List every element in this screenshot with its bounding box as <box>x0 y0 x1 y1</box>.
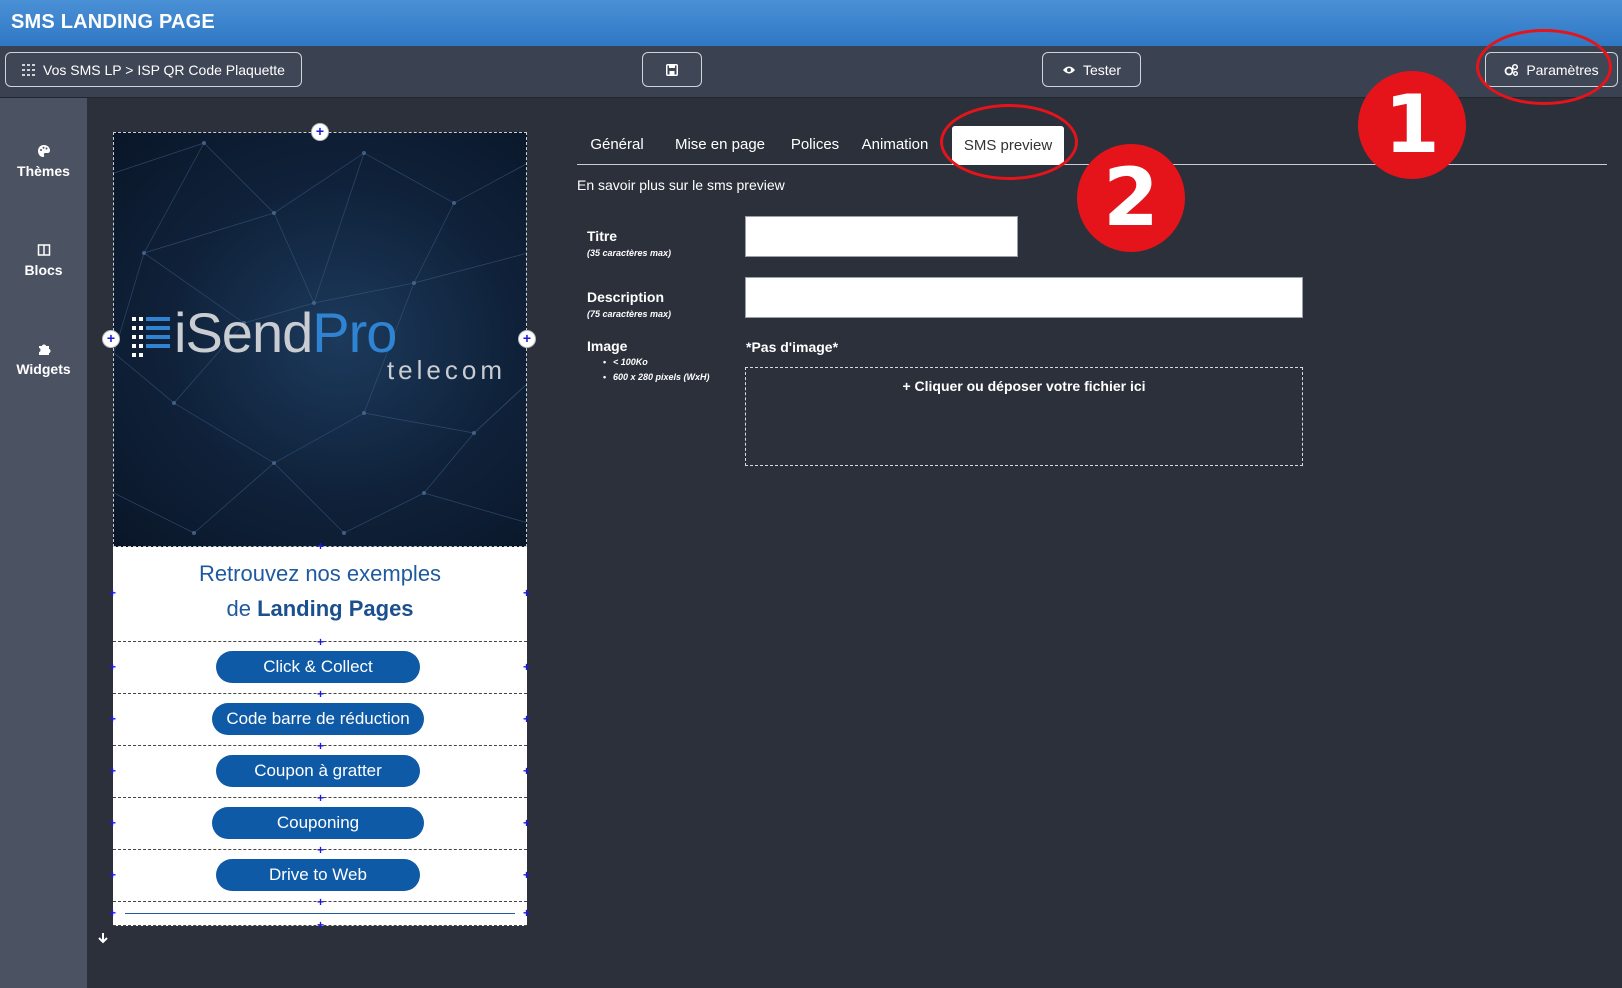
separator-line <box>125 913 515 914</box>
sidebar-item-label: Widgets <box>16 361 71 377</box>
left-sidebar: Thèmes Blocs Widgets <box>0 98 87 988</box>
landing-page-preview: iSendPro telecom Retrouvez nos exemples … <box>102 123 536 933</box>
tab-animation[interactable]: Animation <box>850 124 940 165</box>
add-block-plus-icon[interactable]: + <box>520 817 533 831</box>
sidebar-item-widgets[interactable]: Widgets <box>0 342 87 377</box>
add-block-plus-icon[interactable]: + <box>106 587 119 601</box>
add-block-plus-icon[interactable]: + <box>106 817 119 831</box>
headline-line1: Retrouvez nos exemples <box>198 561 442 586</box>
image-dimensions-hint: 600 x 280 pixels (WxH) <box>613 370 710 385</box>
add-block-plus-icon[interactable]: + <box>314 540 327 554</box>
dropzone-text: + Cliquer ou déposer votre fichier ici <box>902 378 1146 394</box>
description-label: Description <box>587 289 665 305</box>
tab-fonts[interactable]: Polices <box>783 124 847 165</box>
add-block-plus-icon[interactable]: + <box>314 792 327 806</box>
click-collect-button[interactable]: Click & Collect <box>216 651 420 683</box>
test-label: Tester <box>1082 61 1122 78</box>
logo-wordmark: iSendPro <box>174 301 397 364</box>
tab-layout[interactable]: Mise en page <box>661 124 779 165</box>
add-block-plus-icon[interactable]: + <box>314 688 327 702</box>
add-block-plus-icon[interactable]: + <box>520 907 533 921</box>
add-block-plus-icon[interactable]: + <box>520 661 533 675</box>
logo-brand-b: Pro <box>312 301 397 364</box>
highlight-ellipse-sms-preview <box>940 104 1078 180</box>
add-block-plus-icon[interactable]: + <box>311 123 329 141</box>
drive-to-web-button[interactable]: Drive to Web <box>216 859 420 891</box>
floppy-disk-icon <box>666 63 678 76</box>
description-hint: (75 caractères max) <box>587 309 672 319</box>
puzzle-icon <box>38 344 50 355</box>
image-dropzone[interactable]: + Cliquer ou déposer votre fichier ici <box>745 367 1303 466</box>
add-block-plus-icon[interactable]: + <box>520 587 533 601</box>
barcode-discount-button[interactable]: Code barre de réduction <box>212 703 424 735</box>
title-input[interactable] <box>745 216 1018 257</box>
description-input[interactable] <box>745 277 1303 318</box>
add-block-plus-icon[interactable]: + <box>106 661 119 675</box>
breadcrumb: Vos SMS LP > ISP QR Code Plaquette <box>43 61 285 78</box>
sidebar-item-label: Thèmes <box>17 163 70 179</box>
logo-brand-a: iSend <box>174 301 313 364</box>
breadcrumb-button[interactable]: Vos SMS LP > ISP QR Code Plaquette <box>5 52 302 87</box>
add-block-plus-icon[interactable]: + <box>518 330 536 348</box>
step-marker-1: 1 <box>1358 71 1466 179</box>
add-block-plus-icon[interactable]: + <box>106 907 119 921</box>
add-block-plus-icon[interactable]: + <box>520 713 533 727</box>
add-block-plus-icon[interactable]: + <box>102 330 120 348</box>
add-block-plus-icon[interactable]: + <box>314 919 327 933</box>
save-button[interactable] <box>642 52 702 87</box>
no-image-text: *Pas d'image* <box>746 339 839 355</box>
columns-icon <box>37 244 50 256</box>
isendpro-logo: iSendPro telecom <box>132 301 512 385</box>
app-title: SMS LANDING PAGE <box>11 11 215 33</box>
app-title-bar: SMS LANDING PAGE <box>0 0 1622 46</box>
add-block-plus-icon[interactable]: + <box>106 713 119 727</box>
add-block-plus-icon[interactable]: + <box>106 765 119 779</box>
logo-subtitle: telecom <box>386 355 506 385</box>
couponing-button[interactable]: Couponing <box>212 807 424 839</box>
palette-icon <box>37 145 50 157</box>
sidebar-item-themes[interactable]: Thèmes <box>0 144 87 179</box>
step-marker-2: 2 <box>1077 144 1185 252</box>
sidebar-item-label: Blocs <box>24 262 63 278</box>
eye-icon <box>1062 66 1075 73</box>
headline-line2: de Landing Pages <box>113 591 527 626</box>
arrow-down-icon[interactable] <box>97 932 109 944</box>
logo-dots-icon <box>132 317 170 357</box>
add-block-plus-icon[interactable]: + <box>520 869 533 883</box>
tab-general[interactable]: Général <box>577 124 657 165</box>
image-size-hint: < 100Ko <box>613 355 710 370</box>
grid-icon <box>22 63 36 76</box>
scratch-coupon-button[interactable]: Coupon à gratter <box>216 755 420 787</box>
add-block-plus-icon[interactable]: + <box>314 844 327 858</box>
headline-de: de <box>226 596 251 621</box>
add-block-plus-icon[interactable]: + <box>520 765 533 779</box>
test-button[interactable]: Tester <box>1042 52 1141 87</box>
image-hints: < 100Ko 600 x 280 pixels (WxH) <box>613 355 710 385</box>
image-label: Image <box>587 338 628 354</box>
headline-bold: Landing Pages <box>257 596 414 621</box>
highlight-ellipse-settings <box>1476 29 1612 105</box>
title-label: Titre <box>587 228 618 244</box>
headline-block[interactable]: Retrouvez nos exemples de Landing Pages <box>113 547 527 642</box>
add-block-plus-icon[interactable]: + <box>314 896 327 910</box>
hero-image-block[interactable]: iSendPro telecom <box>113 132 527 547</box>
sms-preview-info-link[interactable]: En savoir plus sur le sms preview <box>577 177 785 193</box>
title-hint: (35 caractères max) <box>587 248 672 258</box>
add-block-plus-icon[interactable]: + <box>106 869 119 883</box>
sidebar-item-blocks[interactable]: Blocs <box>0 243 87 278</box>
add-block-plus-icon[interactable]: + <box>314 636 327 650</box>
add-block-plus-icon[interactable]: + <box>314 740 327 754</box>
